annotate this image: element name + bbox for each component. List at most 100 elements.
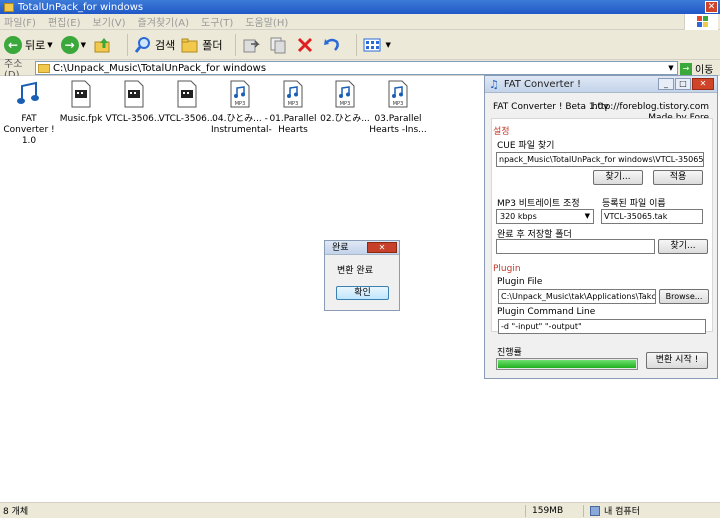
explorer-titlebar[interactable]: TotalUnPack_for windows ✕ (0, 0, 720, 14)
file-item[interactable]: MP3 03.Parallel Hearts -Ins... (369, 80, 427, 136)
file-item[interactable]: MP3 02.ひとみ... (316, 80, 374, 125)
bitrate-select[interactable]: 320 kbps ▼ (496, 209, 594, 224)
svg-text:MP3: MP3 (235, 101, 246, 107)
save-folder-input[interactable] (496, 239, 655, 254)
complete-dialog: 완료 ✕ 변환 완료 확인 (324, 240, 400, 311)
menu-favorites[interactable]: 즐겨찾기(A) (138, 14, 189, 29)
progress-bar (496, 358, 638, 370)
total-size: 159MB (532, 505, 564, 516)
menu-edit[interactable]: 편집(E) (48, 14, 81, 29)
item-count: 8 개체 (3, 507, 29, 517)
plugin-heading: Plugin (493, 264, 521, 274)
file-name: 02.ひとみ... (320, 114, 370, 124)
folders-icon (181, 38, 198, 52)
plugin-file-input[interactable]: C:\Unpack_Music\tak\Applications\Takc (498, 289, 656, 304)
menu-file[interactable]: 파일(F) (4, 14, 36, 29)
up-folder-button[interactable] (94, 36, 115, 54)
minimize-button[interactable]: _ (658, 78, 674, 90)
svg-text:MP3: MP3 (340, 101, 351, 107)
browse-button[interactable]: Browse... (659, 289, 709, 304)
maximize-button[interactable]: □ (675, 78, 691, 90)
up-folder-icon (94, 37, 110, 52)
file-name: VTCL-3506... (105, 114, 163, 124)
file-item[interactable]: MP3 04.ひとみ... -Instrumental- (211, 80, 272, 136)
cue-find-button[interactable]: 찾기... (593, 170, 643, 185)
forward-arrow-icon: → (60, 35, 79, 54)
go-arrow-icon: → (680, 62, 692, 75)
fat-window-title: FAT Converter ! (503, 78, 582, 90)
undo-icon (323, 38, 339, 51)
delete-button[interactable] (296, 36, 317, 54)
cue-path-input[interactable]: npack_Music\TotalUnPack_for windows\VTCL… (496, 152, 704, 167)
search-label: 검색 (155, 38, 176, 52)
bitrate-label: MP3 비트레이트 조정 (497, 199, 580, 209)
file-name: Music.fpk (59, 114, 103, 124)
file-item[interactable]: VTCL-3506... (105, 80, 163, 125)
bitrate-value: 320 kbps (500, 212, 537, 221)
toolbar-divider (234, 33, 236, 56)
mp3-icon: MP3 (335, 80, 355, 108)
address-input[interactable]: C:\Unpack_Music\TotalUnPack_for windows … (35, 61, 678, 75)
save-folder-find-button[interactable]: 찾기... (658, 239, 708, 254)
go-label: 이동 (695, 65, 714, 76)
zone-label: 내 컴퓨터 (604, 507, 640, 517)
back-arrow-icon: ← (4, 35, 22, 54)
music-note-icon (17, 81, 39, 104)
registered-file-label: 등록된 파일 이름 (602, 199, 666, 209)
chevron-down-icon[interactable]: ▼ (665, 62, 677, 74)
windows-logo-icon (684, 14, 718, 30)
status-bar: 8 개체 159MB 내 컴퓨터 (0, 502, 720, 518)
back-button[interactable]: ← 뒤로 ▼ (4, 35, 55, 54)
copy-to-icon (270, 37, 286, 53)
folders-label: 폴더 (202, 38, 223, 52)
file-item[interactable]: MP3 01.Parallel Hearts (264, 80, 322, 136)
progress-fill (498, 360, 636, 368)
file-name: FAT Converter ! 1.0 (3, 114, 55, 146)
forward-button[interactable]: → ▼ (60, 35, 88, 54)
chevron-down-icon: ▼ (47, 40, 53, 49)
mp3-icon: MP3 (230, 80, 250, 108)
close-button[interactable]: ✕ (692, 78, 714, 90)
toolbar: ← 뒤로 ▼ → ▼ 검색 폴더 ▼ (0, 30, 720, 60)
search-icon (134, 36, 151, 53)
address-bar: 주소(D) C:\Unpack_Music\TotalUnPack_for wi… (0, 59, 720, 81)
undo-button[interactable] (323, 36, 344, 54)
file-item[interactable]: Music.fpk (52, 80, 110, 125)
toolbar-divider (355, 33, 357, 56)
menu-tools[interactable]: 도구(T) (201, 14, 233, 29)
mp3-icon: MP3 (388, 80, 408, 108)
window-controls: _ □ ✕ (657, 78, 714, 90)
window-title: TotalUnPack_for windows (18, 1, 144, 13)
menu-view[interactable]: 보기(V) (93, 14, 126, 29)
menu-help[interactable]: 도움말(H) (245, 14, 288, 29)
back-label: 뒤로 (25, 38, 46, 52)
views-button[interactable]: ▼ (363, 36, 393, 54)
go-button[interactable]: → 이동 (680, 61, 713, 76)
registered-file-input[interactable]: VTCL-35065.tak (601, 209, 703, 224)
zone-indicator: 내 컴퓨터 (590, 504, 640, 517)
dialog-ok-button[interactable]: 확인 (336, 286, 389, 300)
window-close-button[interactable]: ✕ (705, 1, 718, 13)
computer-icon (590, 505, 600, 516)
file-item[interactable]: VTCL-3506... (158, 80, 216, 125)
fat-converter-window: ♫ FAT Converter ! _ □ ✕ FAT Converter ! … (484, 75, 718, 379)
plugin-cmd-input[interactable]: -d "-input" "-output" (498, 319, 706, 334)
file-name: 01.Parallel Hearts (269, 114, 317, 135)
dialog-message: 변환 완료 (337, 266, 373, 276)
progress-label: 진행률 (497, 348, 522, 358)
apply-button[interactable]: 적용 (653, 170, 703, 185)
start-convert-button[interactable]: 변환 시작 ! (646, 352, 708, 369)
fat-titlebar[interactable]: ♫ FAT Converter ! _ □ ✕ (485, 76, 717, 93)
copy-to-button[interactable] (269, 36, 290, 54)
settings-heading: 설정 (493, 127, 510, 137)
address-path: C:\Unpack_Music\TotalUnPack_for windows (53, 62, 267, 74)
search-button[interactable]: 검색 (134, 36, 175, 54)
dialog-close-button[interactable]: ✕ (367, 242, 397, 253)
svg-text:MP3: MP3 (393, 101, 404, 107)
file-name: VTCL-3506... (158, 114, 216, 124)
folder-icon (4, 2, 14, 12)
file-item[interactable]: FAT Converter ! 1.0 (0, 80, 58, 147)
move-to-button[interactable] (242, 36, 263, 54)
folder-icon (38, 63, 50, 73)
folders-button[interactable]: 폴더 (181, 36, 223, 54)
